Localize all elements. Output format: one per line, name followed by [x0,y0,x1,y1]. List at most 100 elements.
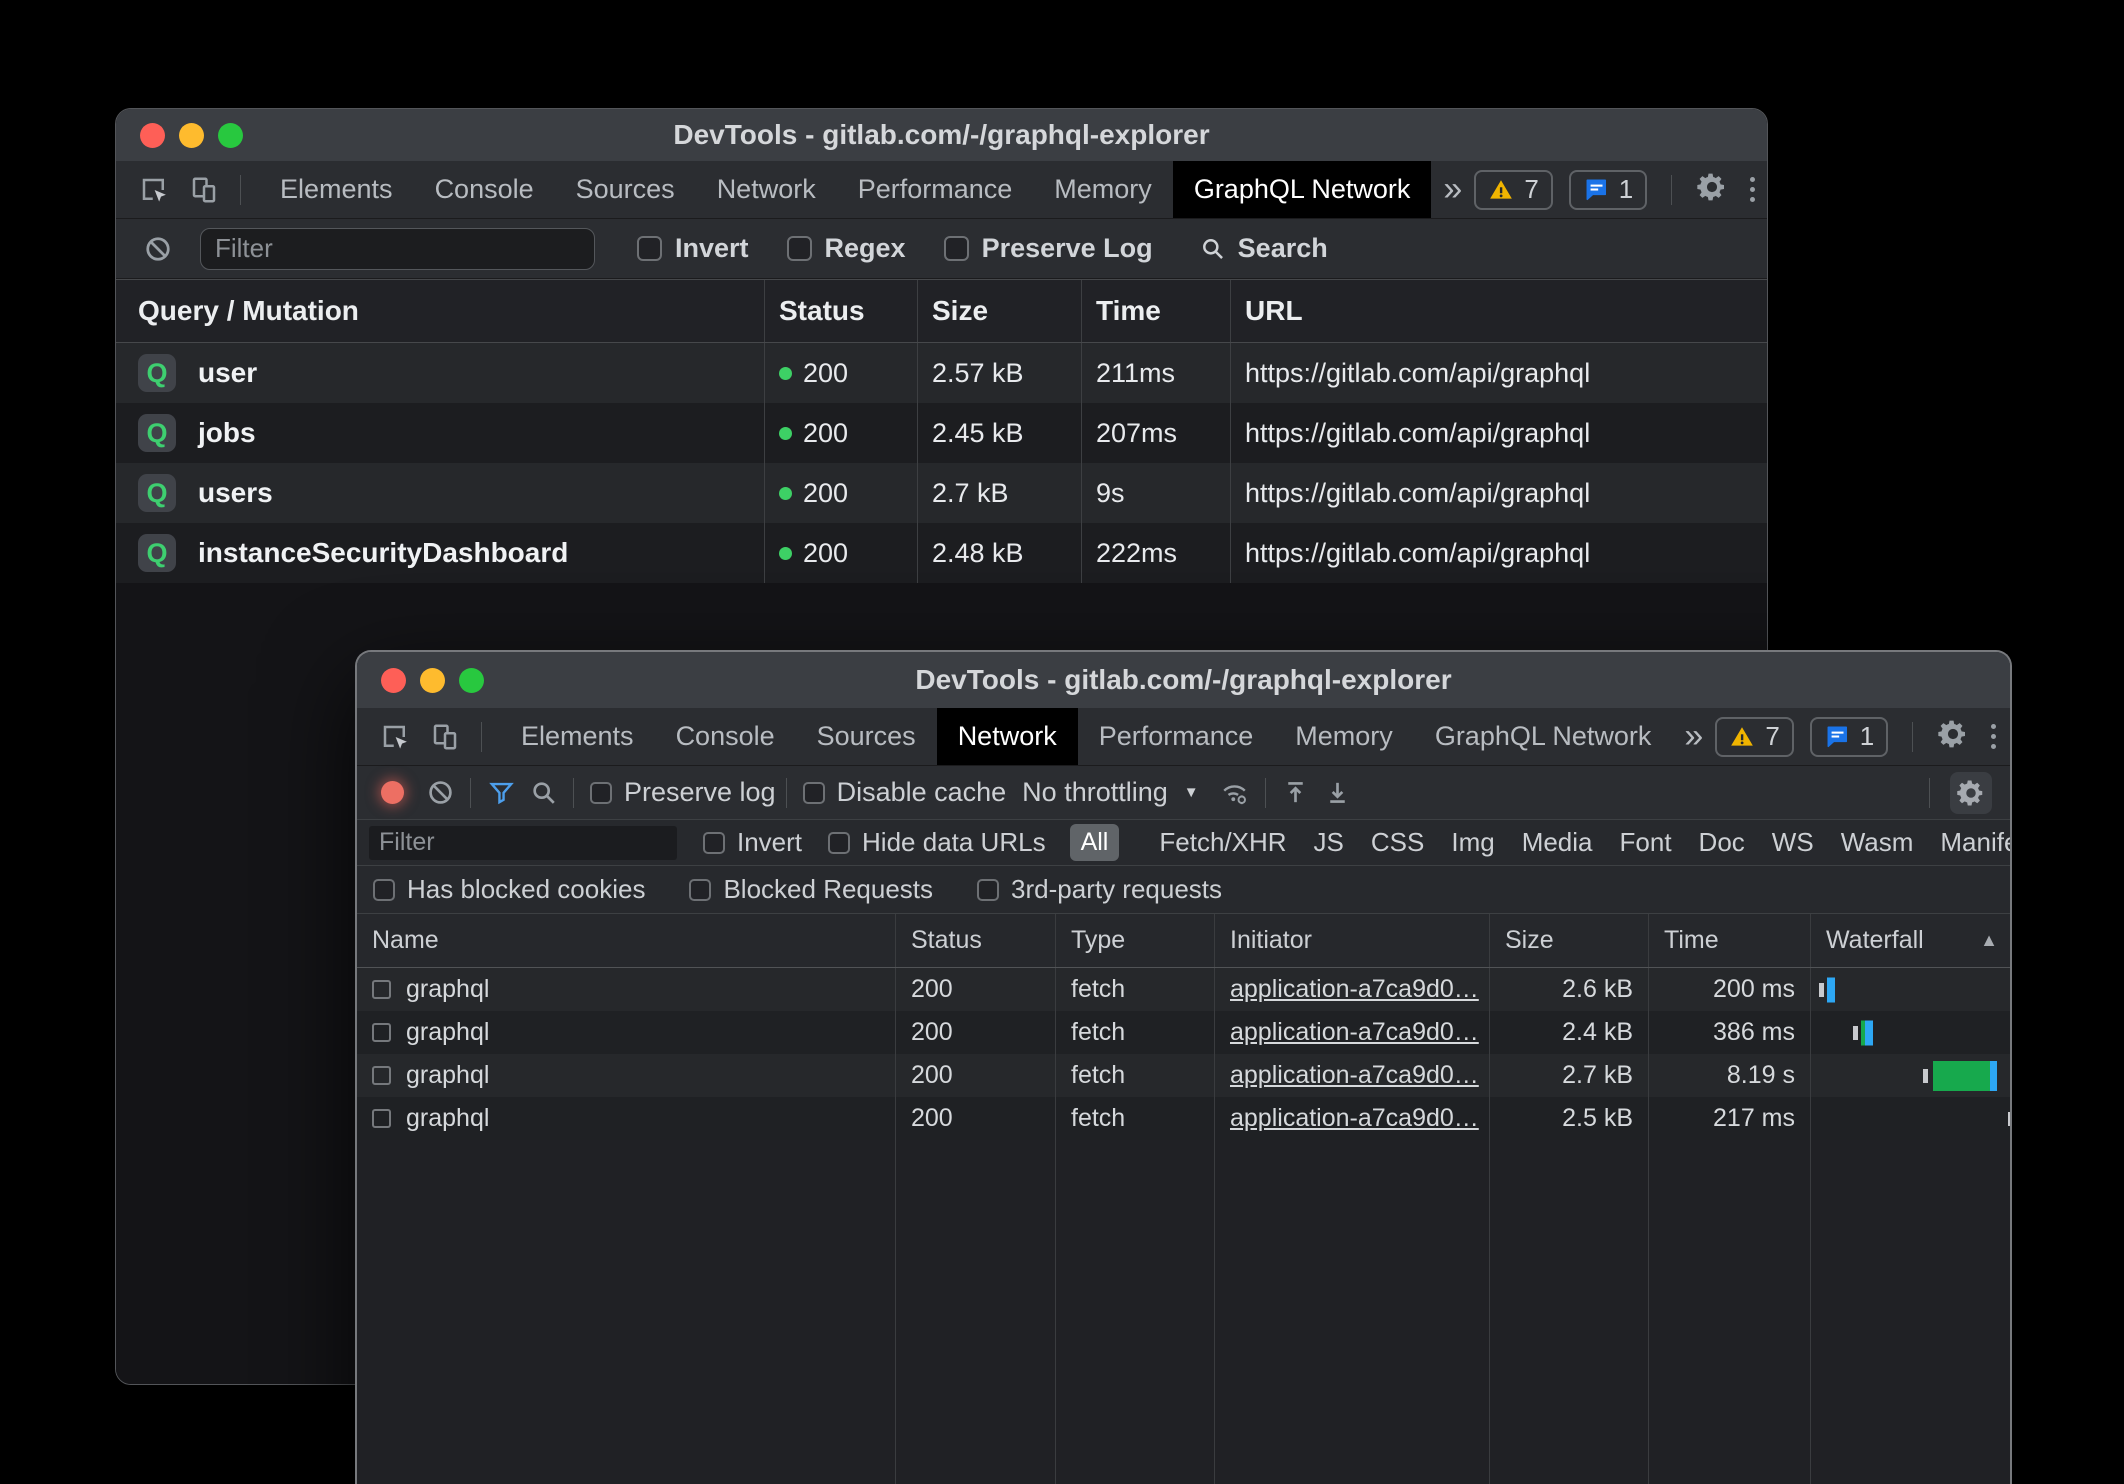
request-row[interactable]: graphql 200 fetch application-a7ca9d0… 2… [357,1011,2010,1054]
tab-console[interactable]: Console [414,161,555,218]
filter-type[interactable]: Wasm [1841,827,1914,858]
checkbox[interactable] [689,879,711,901]
tab-performance[interactable]: Performance [837,161,1034,218]
column-size[interactable]: Size [918,280,1082,342]
network-settings-gear-icon[interactable] [1950,772,1992,814]
tab-sources[interactable]: Sources [796,708,937,765]
request-row[interactable]: graphql 200 fetch application-a7ca9d0… 2… [357,1054,2010,1097]
column-waterfall[interactable]: Waterfall ▲ [1811,914,2010,967]
tab-elements[interactable]: Elements [500,708,655,765]
settings-gear-icon[interactable] [1937,718,1969,755]
tab-network[interactable]: Network [937,708,1078,765]
initiator-link[interactable]: application-a7ca9d0… [1230,1061,1479,1090]
issues-badge[interactable]: 1 [1810,717,1888,757]
tab-memory[interactable]: Memory [1033,161,1173,218]
checkbox[interactable] [703,832,725,854]
filter-type[interactable]: WS [1772,827,1814,858]
tab-performance[interactable]: Performance [1078,708,1275,765]
tab-graphql-network[interactable]: GraphQL Network [1414,708,1673,765]
initiator-link[interactable]: application-a7ca9d0… [1230,1018,1479,1047]
column-type[interactable]: Type [1056,914,1215,967]
network-conditions-icon[interactable] [1215,773,1255,813]
settings-gear-icon[interactable] [1696,171,1728,208]
more-options-icon[interactable] [1985,718,2002,755]
filter-input[interactable] [369,826,677,860]
column-time[interactable]: Time [1082,280,1231,342]
checkbox[interactable] [803,782,825,804]
throttling-select[interactable]: No throttling ▼ [1022,777,1198,808]
search-icon[interactable] [523,773,563,813]
row-checkbox[interactable] [372,1066,391,1085]
column-query-mutation[interactable]: Query / Mutation [116,280,765,342]
invert-checkbox[interactable]: Invert [637,233,749,264]
tab-graphql-network[interactable]: GraphQL Network [1173,161,1432,218]
column-url[interactable]: URL [1231,280,1767,342]
preserve-log-checkbox[interactable]: Preserve Log [944,233,1153,264]
request-row[interactable]: graphql 200 fetch application-a7ca9d0… 2… [357,1097,2010,1140]
clear-icon[interactable] [420,773,460,813]
more-options-icon[interactable] [1744,171,1761,208]
table-row[interactable]: Qusers 200 2.7 kB 9s https://gitlab.com/… [116,463,1767,523]
export-har-icon[interactable] [1318,773,1358,813]
checkbox[interactable] [944,236,969,261]
initiator-link[interactable]: application-a7ca9d0… [1230,975,1479,1004]
column-status[interactable]: Status [765,280,918,342]
filter-type[interactable]: Font [1620,827,1672,858]
third-party-requests-checkbox[interactable]: 3rd-party requests [977,874,1222,905]
issues-badge[interactable]: 1 [1569,170,1647,210]
row-checkbox[interactable] [372,1109,391,1128]
preserve-log-checkbox[interactable]: Preserve log [590,777,776,808]
checkbox[interactable] [828,832,850,854]
filter-type[interactable]: Fetch/XHR [1159,827,1286,858]
table-row[interactable]: Quser 200 2.57 kB 211ms https://gitlab.c… [116,343,1767,403]
device-toolbar-icon[interactable] [423,715,467,759]
column-name[interactable]: Name [357,914,896,967]
column-size[interactable]: Size [1490,914,1649,967]
tab-console[interactable]: Console [655,708,796,765]
hide-data-urls-checkbox[interactable]: Hide data URLs [828,827,1046,858]
filter-type[interactable]: CSS [1371,827,1424,858]
checkbox[interactable] [637,236,662,261]
search-button[interactable]: Search [1199,233,1328,264]
clear-icon[interactable] [136,227,180,271]
import-har-icon[interactable] [1276,773,1316,813]
disable-cache-checkbox[interactable]: Disable cache [803,777,1007,808]
table-row[interactable]: QinstanceSecurityDashboard 200 2.48 kB 2… [116,523,1767,583]
device-toolbar-icon[interactable] [182,168,226,212]
row-checkbox[interactable] [372,1023,391,1042]
filter-type[interactable]: Media [1522,827,1593,858]
row-checkbox[interactable] [372,980,391,999]
invert-checkbox[interactable]: Invert [703,827,802,858]
record-icon[interactable] [381,781,404,804]
request-row[interactable]: graphql 200 fetch application-a7ca9d0… 2… [357,968,2010,1011]
column-status[interactable]: Status [896,914,1056,967]
warnings-badge[interactable]: 7 [1715,717,1793,757]
filter-funnel-icon[interactable] [481,773,521,813]
checkbox[interactable] [590,782,612,804]
checkbox[interactable] [373,879,395,901]
more-tabs-icon[interactable]: » [1431,161,1474,218]
checkbox[interactable] [787,236,812,261]
tab-elements[interactable]: Elements [259,161,414,218]
filter-input[interactable] [200,228,595,270]
has-blocked-cookies-checkbox[interactable]: Has blocked cookies [373,874,645,905]
checkbox[interactable] [977,879,999,901]
column-initiator[interactable]: Initiator [1215,914,1490,967]
filter-type[interactable]: Manifest [1940,827,2012,858]
filter-type[interactable]: JS [1314,827,1344,858]
tab-network[interactable]: Network [696,161,837,218]
table-row[interactable]: Qjobs 200 2.45 kB 207ms https://gitlab.c… [116,403,1767,463]
initiator-link[interactable]: application-a7ca9d0… [1230,1104,1479,1133]
filter-type[interactable]: Doc [1699,827,1745,858]
inspect-element-icon[interactable] [373,715,417,759]
more-tabs-icon[interactable]: » [1672,708,1715,765]
filter-type-all[interactable]: All [1070,824,1120,861]
warnings-badge[interactable]: 7 [1474,170,1552,210]
tab-memory[interactable]: Memory [1274,708,1414,765]
inspect-element-icon[interactable] [132,168,176,212]
column-time[interactable]: Time [1649,914,1811,967]
regex-checkbox[interactable]: Regex [787,233,906,264]
tab-sources[interactable]: Sources [555,161,696,218]
filter-type[interactable]: Img [1451,827,1494,858]
blocked-requests-checkbox[interactable]: Blocked Requests [689,874,933,905]
